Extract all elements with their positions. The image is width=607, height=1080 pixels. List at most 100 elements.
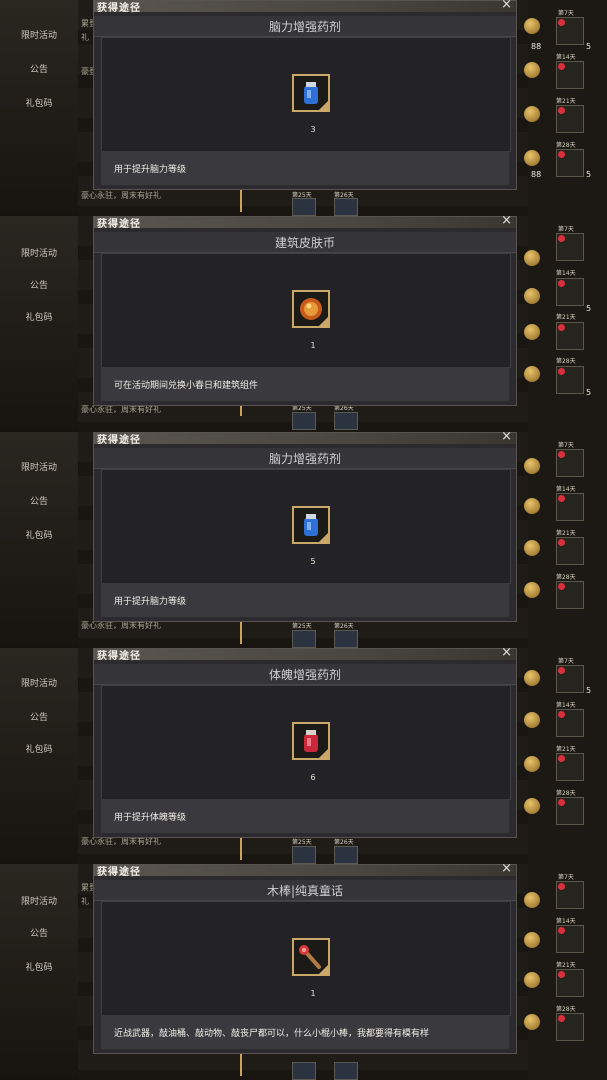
screenshot-strip-5: 限时活动 公告 礼包码 累登 礼 第7天 第14天 第21天 第28天 获得途径… [0, 864, 607, 1080]
reward-slot[interactable] [556, 149, 584, 177]
sidebar-item-limited-event[interactable]: 限时活动 [0, 460, 78, 473]
reward-slot[interactable] [556, 17, 584, 45]
sidebar-item-notice[interactable]: 公告 [0, 278, 78, 291]
reward-slot[interactable] [556, 797, 584, 825]
reward-slot[interactable] [556, 233, 584, 261]
gem-icon [558, 451, 565, 458]
coin-icon [524, 972, 540, 988]
background-reward-slot[interactable] [334, 630, 358, 648]
reward-slot[interactable] [556, 665, 584, 693]
background-reward-slot[interactable] [334, 198, 358, 216]
reward-slot[interactable] [556, 881, 584, 909]
reward-slot[interactable] [556, 709, 584, 737]
description-bar: 用于提升脑力等级 [101, 583, 509, 617]
source-popup: 获得途径 × 脑力增强药剂 3 用于提升脑力等级 [93, 0, 517, 190]
sidebar-item-gift-code[interactable]: 礼包码 [0, 960, 78, 973]
sidebar-item-gift-code[interactable]: 礼包码 [0, 310, 78, 323]
coin-icon [524, 498, 540, 514]
source-popup: 获得途径 × 脑力增强药剂 5 用于提升脑力等级 [93, 432, 517, 622]
wooden-stick-icon[interactable] [292, 938, 330, 976]
background-day-label: 第21天 [556, 530, 576, 537]
reward-slot[interactable] [556, 322, 584, 350]
sidebar-item-notice[interactable]: 公告 [0, 494, 78, 507]
sidebar-item-gift-code[interactable]: 礼包码 [0, 528, 78, 541]
item-description: 可在活动期间兑换小春日和建筑组件 [114, 381, 259, 391]
background-day-label: 第26天 [334, 839, 354, 846]
close-icon[interactable]: × [501, 0, 512, 12]
background-reward-slot[interactable] [334, 1062, 358, 1080]
item-name-bar: 脑力增强药剂 [94, 448, 516, 469]
item-frame-corner [319, 533, 328, 542]
reward-slot[interactable] [556, 493, 584, 521]
sidebar-item-limited-event[interactable]: 限时活动 [0, 246, 78, 259]
background-reward-column: 第7天 第14天 5 第21天 第28天 5 [522, 216, 607, 432]
blue-potion-icon[interactable] [292, 74, 330, 112]
background-reward-column: 第7天 第14天 第21天 第28天 [522, 432, 607, 648]
background-reward-slot[interactable] [292, 1062, 316, 1080]
background-divider [240, 620, 242, 644]
background-sidebar: 限时活动 公告 礼包码 [0, 0, 78, 216]
gem-icon [558, 235, 565, 242]
sidebar-item-limited-event[interactable]: 限时活动 [0, 28, 78, 41]
reward-slot[interactable] [556, 969, 584, 997]
popup-titlebar: 获得途径 × [94, 432, 516, 446]
background-reward-slot[interactable] [334, 412, 358, 430]
background-day-label: 第28天 [556, 142, 576, 149]
reward-slot[interactable] [556, 753, 584, 781]
close-icon[interactable]: × [501, 432, 512, 444]
slot-count: 5 [586, 304, 592, 313]
sidebar-item-notice[interactable]: 公告 [0, 710, 78, 723]
reward-slot[interactable] [556, 278, 584, 306]
sidebar-item-notice[interactable]: 公告 [0, 62, 78, 75]
coin-icon [524, 892, 540, 908]
sidebar-item-limited-event[interactable]: 限时活动 [0, 676, 78, 689]
coin-icon [524, 288, 540, 304]
item-quantity: 1 [310, 341, 316, 350]
gem-icon [558, 583, 565, 590]
reward-slot[interactable] [556, 61, 584, 89]
close-icon[interactable]: × [501, 648, 512, 660]
blue-potion-icon[interactable] [292, 506, 330, 544]
gem-icon [558, 280, 565, 287]
background-day-label: 第25天 [292, 192, 312, 199]
sidebar-item-gift-code[interactable]: 礼包码 [0, 742, 78, 755]
gem-icon [558, 755, 565, 762]
popup-title: 获得途径 [97, 651, 141, 662]
background-reward-column: 第7天 5 第14天 第21天 第28天 [522, 648, 607, 864]
red-potion-icon[interactable] [292, 722, 330, 760]
description-bar: 可在活动期间兑换小春日和建筑组件 [101, 367, 509, 401]
background-day-label: 第28天 [556, 574, 576, 581]
background-reward-slot[interactable] [292, 630, 316, 648]
background-reward-slot[interactable] [292, 846, 316, 864]
screenshot-strip-2: 限时活动 公告 礼包码 豪心永驻，周末有好礼 第25天 第26天 第7天 第14… [0, 216, 607, 432]
background-reward-slot[interactable] [334, 846, 358, 864]
close-icon[interactable]: × [501, 864, 512, 876]
background-reward-slot[interactable] [292, 412, 316, 430]
reward-slot[interactable] [556, 105, 584, 133]
reward-slot[interactable] [556, 581, 584, 609]
item-description: 近战武器，敲油桶、敲动物、敲丧尸都可以，什么小棍小棒，我都要得有模有样 [114, 1029, 430, 1039]
gem-icon [558, 63, 565, 70]
background-day-label: 第7天 [558, 10, 574, 17]
background-day-label: 第21天 [556, 962, 576, 969]
coin-icon [524, 1014, 540, 1030]
slot-count: 5 [586, 42, 592, 51]
item-name-bar: 建筑皮肤币 [94, 232, 516, 253]
sidebar-item-gift-code[interactable]: 礼包码 [0, 96, 78, 109]
reward-slot[interactable] [556, 449, 584, 477]
background-day-label: 第7天 [558, 874, 574, 881]
reward-slot[interactable] [556, 537, 584, 565]
reward-slot[interactable] [556, 1013, 584, 1041]
item-panel: 1 [101, 253, 511, 368]
background-day-label: 第7天 [558, 226, 574, 233]
reward-slot[interactable] [556, 925, 584, 953]
reward-slot[interactable] [556, 366, 584, 394]
background-day-label: 第21天 [556, 98, 576, 105]
background-reward-slot[interactable] [292, 198, 316, 216]
close-icon[interactable]: × [501, 216, 512, 228]
sidebar-item-notice[interactable]: 公告 [0, 926, 78, 939]
gem-icon [558, 368, 565, 375]
sidebar-item-limited-event[interactable]: 限时活动 [0, 894, 78, 907]
item-name: 木棒|纯真童话 [266, 884, 344, 898]
building-skin-coin-icon[interactable] [292, 290, 330, 328]
